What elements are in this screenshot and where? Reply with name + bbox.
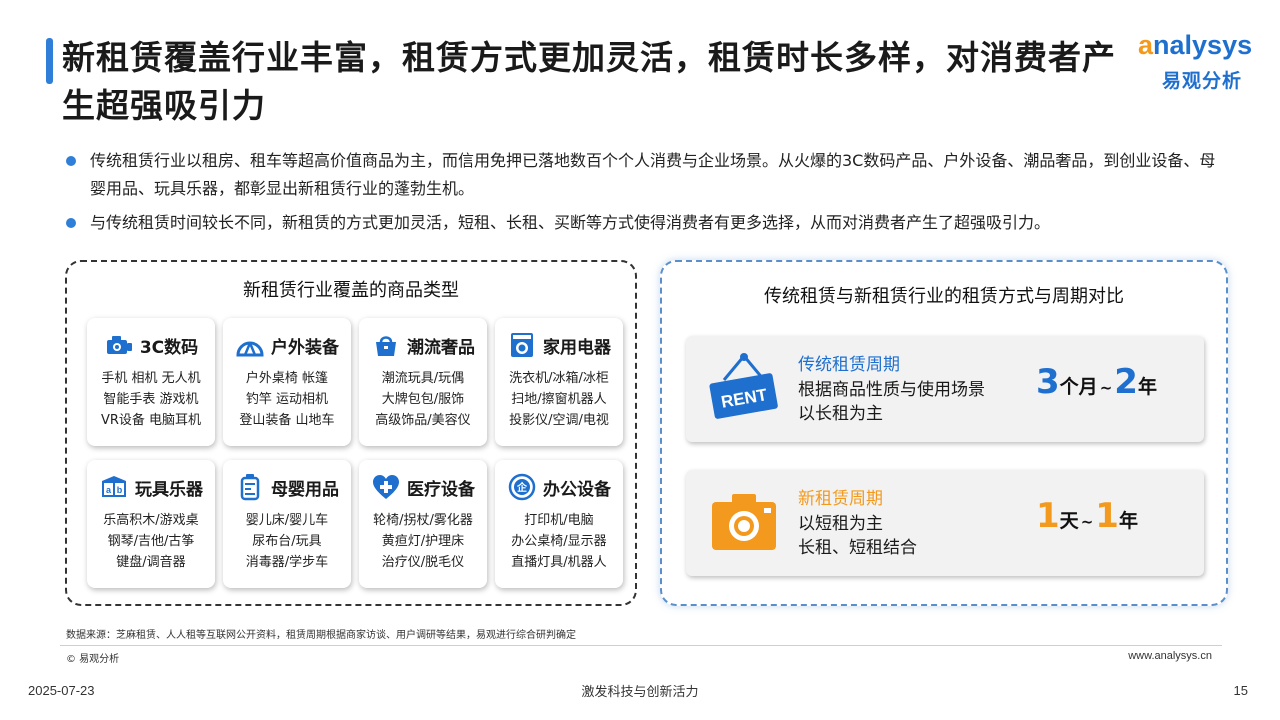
traditional-rental-range: 3 个月 ~ 2 年 [1036,362,1157,402]
category-name: 母婴用品 [271,479,339,500]
category-card-3c: 3C数码 手机 相机 无人机 智能手表 游戏机 VR设备 电脑耳机 [87,318,215,446]
bullet-list: 传统租赁行业以租房、租车等超高价值商品为主，而信用免押已落地数百个个人消费与企业… [66,147,1226,243]
baby-bottle-icon [240,474,260,501]
category-panel: 新租赁行业覆盖的商品类型 3C数码 手机 相机 无人机 智能手表 游戏机 VR设… [65,260,637,606]
medical-heart-icon [373,475,399,499]
category-line: 婴儿床/婴儿车 [245,513,329,528]
category-card-office: 企 办公设备 打印机/电脑 办公桌椅/显示器 直播灯具/机器人 [495,460,623,588]
category-line: 扫地/擦窗机器人 [511,392,607,407]
rent-sign-icon: RENT [709,353,778,419]
category-line: 户外桌椅 帐篷 [245,371,329,386]
footer-slogan: 激发科技与创新活力 [581,685,699,700]
svg-text:b: b [117,485,123,495]
category-card-appliance: 家用电器 洗衣机/冰箱/冰柜 扫地/擦窗机器人 投影仪/空调/电视 [495,318,623,446]
handbag-icon [376,336,396,356]
category-line: 轮椅/拐杖/雾化器 [373,513,473,528]
category-card-luxury: 潮流奢品 潮流玩具/玩偶 大牌包包/服饰 高级饰品/美容仪 [359,318,487,446]
category-line: 大牌包包/服饰 [381,392,465,407]
category-line: 黄疸灯/护理床 [381,534,465,549]
category-line: 打印机/电脑 [524,513,594,528]
svg-text:企: 企 [516,481,528,494]
category-card-outdoor: 户外装备 户外桌椅 帐篷 钓竿 运动相机 登山装备 山地车 [223,318,351,446]
logo-wordmark: analysys [1138,30,1253,60]
category-name: 医疗设备 [407,479,475,500]
category-name: 户外装备 [271,337,339,358]
category-card-medical: 医疗设备 轮椅/拐杖/雾化器 黄疸灯/护理床 治疗仪/脱毛仪 [359,460,487,588]
page-title: 新租赁覆盖行业丰富，租赁方式更加灵活，租赁时长多样，对消费者产生超强吸引力 [62,38,1116,125]
bullet-item: 与传统租赁时间较长不同，新租赁的方式更加灵活，短租、长租、买断等方式使得消费者有… [66,209,1226,237]
category-line: 办公桌椅/显示器 [511,534,607,549]
category-line: 乐高积木/游戏桌 [103,513,199,528]
new-rental-desc: 以短租为主 长租、短租结合 [798,514,917,558]
category-name: 3C数码 [139,337,199,358]
logo-chinese: 易观分析 [1162,70,1243,92]
bullet-dot [66,156,76,166]
category-line: 钢琴/吉他/古筝 [107,534,195,549]
new-rental-card: 新租赁周期 以短租为主 长租、短租结合 1 天 ~ 1 年 [686,470,1204,576]
comparison-panel-title: 传统租赁与新租赁行业的租赁方式与周期对比 [764,286,1124,307]
comparison-panel: 传统租赁与新租赁行业的租赁方式与周期对比 RENT 传统租赁周期 根据商品性质与… [660,260,1228,606]
category-line: 钓竿 运动相机 [245,392,329,407]
new-rental-range: 1 天 ~ 1 年 [1036,496,1138,536]
page-number: 15 [1233,683,1248,698]
category-card-baby: 母婴用品 婴儿床/婴儿车 尿布台/玩具 消毒器/学步车 [223,460,351,588]
new-rental-label: 新租赁周期 [798,489,883,509]
camera-icon [712,494,776,550]
category-line: 智能手表 游戏机 [103,392,199,407]
traditional-rental-label: 传统租赁周期 [798,355,900,375]
category-line: 手机 相机 无人机 [101,371,201,386]
category-line: 高级饰品/美容仪 [375,413,471,428]
category-line: 尿布台/玩具 [252,534,322,549]
bullet-dot [66,218,76,228]
category-line: 登山装备 山地车 [239,413,335,428]
tent-icon [236,341,264,357]
category-line: 潮流玩具/玩偶 [381,371,465,386]
category-line: VR设备 电脑耳机 [100,413,202,428]
category-card-toys: a b 玩具乐器 乐高积木/游戏桌 钢琴/吉他/古筝 键盘/调音器 [87,460,215,588]
category-panel-title: 新租赁行业覆盖的商品类型 [243,280,459,301]
category-line: 消毒器/学步车 [245,555,329,570]
footer-divider [60,645,1222,646]
category-line: 键盘/调音器 [116,555,186,570]
analysys-logo: analysys 易观分析 [1138,30,1268,94]
traditional-rental-card: RENT 传统租赁周期 根据商品性质与使用场景 以长租为主 3 个月 ~ 2 年 [686,336,1204,442]
toy-blocks-icon: a b [102,476,126,497]
camera-icon [106,336,132,354]
category-name: 家用电器 [543,337,611,358]
washing-machine-icon [511,333,533,357]
category-name: 潮流奢品 [407,337,475,358]
category-line: 投影仪/空调/电视 [509,413,609,428]
traditional-rental-desc: 根据商品性质与使用场景 以长租为主 [798,380,985,424]
category-name: 玩具乐器 [135,479,203,500]
category-name: 办公设备 [543,479,611,500]
category-line: 洗衣机/冰箱/冰柜 [509,371,609,386]
category-line: 治疗仪/脱毛仪 [381,555,465,570]
website-link[interactable]: www.analysys.cn [1128,650,1212,662]
data-source-note: 数据来源：芝麻租赁、人人租等互联网公开资料，租赁周期根据商家访谈、用户调研等结果… [66,630,576,641]
title-accent-bar [46,38,53,84]
category-line: 直播灯具/机器人 [511,555,607,570]
bullet-item: 传统租赁行业以租房、租车等超高价值商品为主，而信用免押已落地数百个个人消费与企业… [66,147,1226,203]
office-badge-icon: 企 [508,473,536,501]
copyright: © 易观分析 [66,654,120,665]
